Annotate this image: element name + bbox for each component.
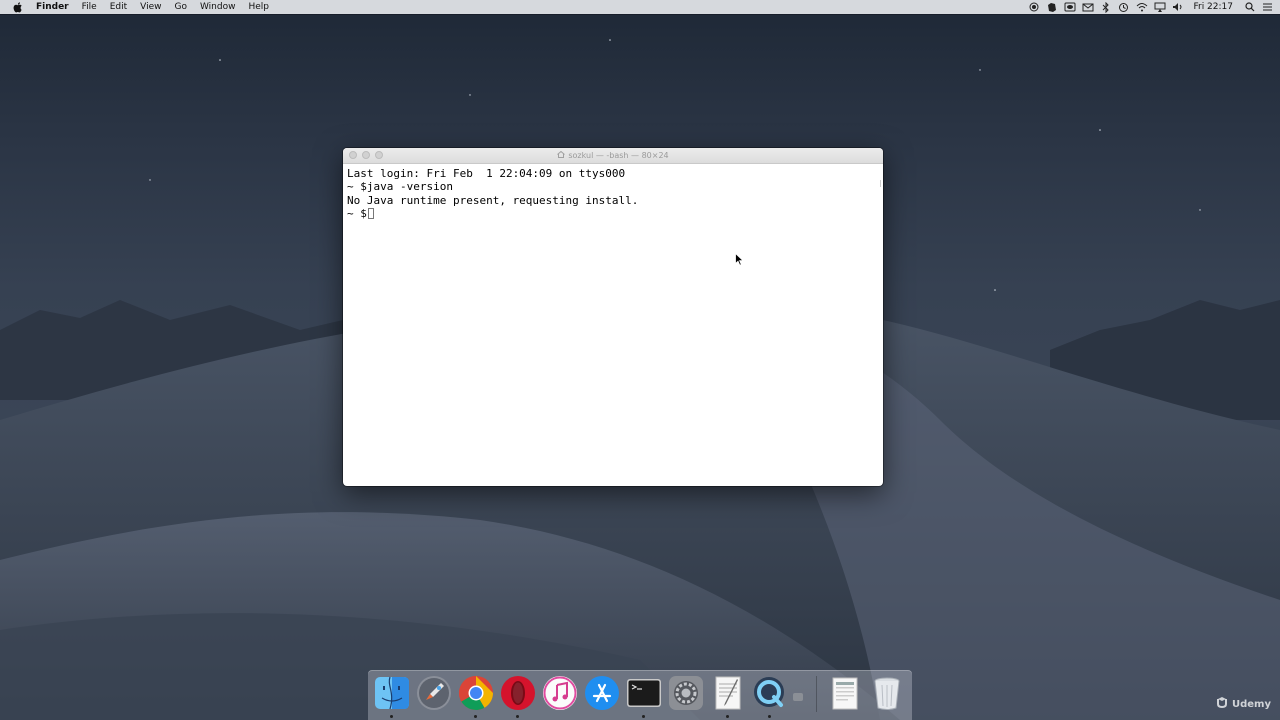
dock-trash-icon[interactable]	[868, 674, 906, 712]
running-indicator	[516, 715, 519, 718]
terminal-line: Last login: Fri Feb 1 22:04:09 on ttys00…	[347, 167, 626, 180]
apple-menu-icon[interactable]	[12, 1, 24, 13]
menu-go[interactable]: Go	[174, 2, 186, 12]
udemy-logo-icon	[1215, 697, 1229, 712]
screen-record-icon[interactable]	[1027, 1, 1040, 13]
dock-opera-icon[interactable]	[499, 674, 537, 718]
home-folder-icon	[557, 148, 566, 163]
bluetooth-icon[interactable]	[1099, 1, 1112, 13]
mail-icon[interactable]	[1081, 1, 1094, 13]
menu-bar: Finder File Edit View Go Window Help Fri…	[0, 0, 1280, 14]
running-indicator	[726, 715, 729, 718]
udemy-watermark: Udemy	[1215, 697, 1271, 712]
udemy-watermark-text: Udemy	[1232, 699, 1271, 710]
running-indicator	[642, 715, 645, 718]
running-indicator	[390, 715, 393, 718]
terminal-scrollbar[interactable]	[880, 180, 881, 187]
dock-itunes-icon[interactable]	[541, 674, 579, 712]
dock-chrome-icon[interactable]	[457, 674, 495, 718]
dock-small-app-icon[interactable]	[791, 674, 805, 712]
terminal-prompt-line[interactable]: ~ $	[347, 207, 879, 220]
dock	[368, 670, 912, 720]
dock-textedit-icon[interactable]	[709, 674, 747, 718]
terminal-titlebar[interactable]: sozkul — -bash — 80×24	[343, 148, 883, 164]
airplay-icon[interactable]	[1153, 1, 1166, 13]
evernote-icon[interactable]	[1045, 1, 1058, 13]
notification-center-icon[interactable]	[1261, 1, 1274, 13]
volume-icon[interactable]	[1171, 1, 1184, 13]
dock-system-preferences-icon[interactable]	[667, 674, 705, 712]
running-indicator	[474, 715, 477, 718]
menu-help[interactable]: Help	[248, 2, 269, 12]
dock-quicktime-icon[interactable]	[751, 674, 789, 718]
nvidia-icon[interactable]	[1063, 1, 1076, 13]
terminal-title: sozkul — -bash — 80×24	[343, 148, 883, 163]
dock-separator	[816, 676, 817, 712]
wifi-icon[interactable]	[1135, 1, 1148, 13]
dock-finder-icon[interactable]	[373, 674, 411, 718]
menu-file[interactable]: File	[82, 2, 97, 12]
menu-window[interactable]: Window	[200, 2, 236, 12]
dock-app-store-icon[interactable]	[583, 674, 621, 712]
spotlight-search-icon[interactable]	[1243, 1, 1256, 13]
mouse-pointer-icon	[735, 251, 745, 270]
terminal-output[interactable]: Last login: Fri Feb 1 22:04:09 on ttys00…	[343, 164, 883, 223]
terminal-title-text: sozkul — -bash — 80×24	[568, 151, 669, 160]
terminal-line: ~ $java -version	[347, 180, 453, 194]
dock-documents-icon[interactable]	[826, 674, 864, 712]
terminal-prompt: ~ $	[347, 206, 367, 220]
menu-edit[interactable]: Edit	[110, 2, 127, 12]
menu-view[interactable]: View	[140, 2, 161, 12]
terminal-window[interactable]: sozkul — -bash — 80×24 Last login: Fri F…	[343, 148, 883, 486]
terminal-line: No Java runtime present, requesting inst…	[347, 193, 639, 207]
dock-terminal-icon[interactable]	[625, 674, 663, 718]
menu-app-name[interactable]: Finder	[36, 2, 69, 12]
time-machine-icon[interactable]	[1117, 1, 1130, 13]
running-indicator	[768, 715, 771, 718]
terminal-cursor	[367, 207, 374, 219]
dock-launchpad-icon[interactable]	[415, 674, 453, 712]
menu-clock[interactable]: Fri 22:17	[1193, 2, 1233, 12]
